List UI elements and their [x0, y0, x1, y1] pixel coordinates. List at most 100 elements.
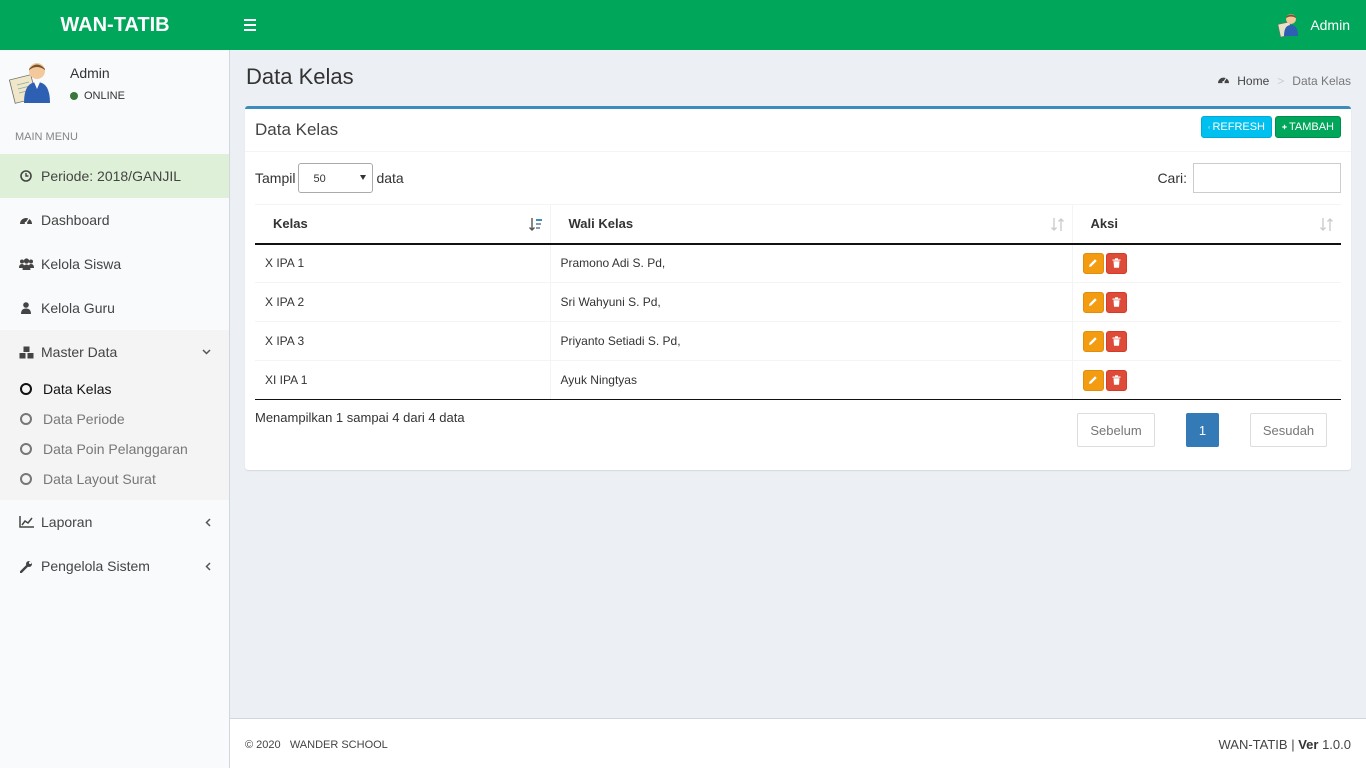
sidebar-subitem-data-periode[interactable]: Data Periode — [0, 404, 229, 434]
delete-button[interactable] — [1105, 369, 1127, 391]
periode-item[interactable]: Periode: 2018/GANJIL — [0, 154, 229, 198]
breadcrumb: Home > Data Kelas — [1217, 74, 1351, 88]
pencil-icon — [1089, 259, 1097, 268]
sidebar-item-kelola-guru[interactable]: Kelola Guru — [0, 286, 229, 330]
delete-button[interactable] — [1105, 291, 1127, 313]
cell-aksi — [1071, 243, 1342, 283]
tambah-button[interactable]: TAMBAH — [1275, 116, 1341, 138]
chevron-down-icon[interactable] — [202, 330, 211, 374]
circle-icon — [20, 383, 32, 395]
row-actions — [1082, 252, 1342, 274]
line-chart-icon — [18, 516, 34, 528]
row-actions — [1082, 369, 1342, 391]
chevron-left-icon[interactable] — [205, 500, 211, 544]
sidebar-user-name: Admin — [70, 65, 110, 81]
page-1-button[interactable]: 1 — [1186, 413, 1219, 447]
prev-page-button[interactable]: Sebelum — [1077, 413, 1155, 447]
sidebar-item-dashboard[interactable]: Dashboard — [0, 198, 229, 242]
footer: © 2020 WANDER SCHOOL WAN-TATIB | Ver 1.0… — [230, 718, 1366, 768]
delete-button[interactable] — [1105, 252, 1127, 274]
cell-kelas: X IPA 1 — [255, 243, 550, 283]
cell-wali-kelas: Ayuk Ningtyas — [549, 360, 1072, 400]
pencil-icon — [1089, 376, 1097, 384]
cell-wali-kelas: Priyanto Setiadi S. Pd, — [549, 321, 1072, 361]
row-actions — [1082, 291, 1342, 313]
refresh-button[interactable]: REFRESH — [1201, 116, 1272, 138]
cell-kelas: X IPA 3 — [255, 321, 550, 361]
cell-aksi — [1071, 360, 1342, 400]
edit-button[interactable] — [1082, 330, 1104, 352]
circle-icon — [20, 443, 32, 455]
breadcrumb-separator: > — [1277, 74, 1285, 88]
box-title: Data Kelas — [255, 120, 339, 139]
page-length-select[interactable]: 50 — [298, 163, 374, 193]
sidebar-subitem-data-kelas[interactable]: Data Kelas — [0, 374, 229, 404]
circle-icon — [20, 413, 32, 425]
chevron-left-icon[interactable] — [205, 544, 211, 588]
user-avatar-icon — [1277, 14, 1299, 37]
user-menu[interactable]: Admin — [1276, 12, 1350, 37]
sidebar-item-pengelola-sistem[interactable]: Pengelola Sistem — [0, 544, 229, 588]
top-navbar: WAN-TATIB Admin — [0, 0, 1366, 50]
refresh-icon — [1208, 125, 1211, 128]
next-page-button[interactable]: Sesudah — [1250, 413, 1327, 447]
sidebar-subitem-data-layout-surat[interactable]: Data Layout Surat — [0, 464, 229, 494]
page-title: Data Kelas — [246, 64, 354, 89]
online-status: ONLINE — [70, 90, 125, 102]
cell-wali-kelas: Sri Wahyuni S. Pd, — [549, 282, 1072, 322]
breadcrumb-current: Data Kelas — [1292, 74, 1351, 88]
sidebar-item-laporan[interactable]: Laporan — [0, 500, 229, 544]
master-data-submenu: Data Kelas Data Periode Data Poin Pelang… — [0, 374, 229, 500]
user-icon — [18, 302, 34, 314]
table-header-row: Kelas Wali Kelas Aksi — [255, 204, 1341, 245]
edit-button[interactable] — [1082, 369, 1104, 391]
caret-down-icon — [360, 175, 367, 180]
footer-school: WANDER SCHOOL — [289, 739, 388, 751]
app-logo[interactable]: WAN-TATIB — [0, 0, 230, 50]
trash-icon — [1112, 297, 1120, 307]
sort-icon[interactable] — [1050, 218, 1065, 234]
sidebar: Admin ONLINE MAIN MENU Periode: 2018/GAN… — [0, 50, 230, 768]
sidebar-item-kelola-siswa[interactable]: Kelola Siswa — [0, 242, 229, 286]
column-header-wali-kelas[interactable]: Wali Kelas — [549, 204, 1072, 245]
breadcrumb-home[interactable]: Home — [1237, 74, 1269, 88]
pagination: Sebelum 1 Sesudah — [1077, 413, 1327, 447]
cell-aksi — [1071, 282, 1342, 322]
search-input[interactable] — [1193, 163, 1341, 193]
search-control: Cari: — [1157, 163, 1341, 193]
column-header-aksi[interactable]: Aksi — [1071, 204, 1341, 245]
user-avatar-icon — [9, 63, 50, 104]
wrench-icon — [18, 560, 34, 573]
trash-icon — [1112, 375, 1120, 385]
cell-wali-kelas: Pramono Adi S. Pd, — [549, 243, 1072, 283]
sidebar-item-master-data[interactable]: Master Data — [0, 330, 229, 374]
trash-icon — [1112, 336, 1120, 346]
table-row: X IPA 1 Pramono Adi S. Pd, — [255, 243, 1342, 283]
sort-icon[interactable] — [1320, 218, 1334, 234]
page-length-control: Tampil 50 data — [255, 163, 404, 193]
table-row: XI IPA 1 Ayuk Ningtyas — [255, 360, 1342, 400]
table-row: X IPA 3 Priyanto Setiadi S. Pd, — [255, 321, 1341, 361]
cubes-icon — [18, 346, 34, 359]
trash-icon — [1112, 258, 1120, 268]
footer-copyright: © 2020 WANDER SCHOOL — [245, 739, 388, 751]
plus-icon — [1282, 124, 1287, 130]
column-header-kelas[interactable]: Kelas — [255, 204, 550, 245]
user-panel: Admin ONLINE — [0, 50, 229, 120]
cell-kelas: XI IPA 1 — [255, 360, 550, 400]
clock-icon — [18, 170, 34, 182]
pencil-icon — [1089, 337, 1097, 345]
menu-header: MAIN MENU — [0, 120, 229, 154]
dashboard-icon — [18, 214, 34, 226]
bars-icon[interactable] — [244, 17, 258, 33]
sort-asc-icon[interactable] — [528, 218, 543, 234]
table-row: X IPA 2 Sri Wahyuni S. Pd, — [255, 282, 1342, 322]
edit-button[interactable] — [1082, 291, 1104, 313]
sidebar-subitem-data-poin-pelanggaran[interactable]: Data Poin Pelanggaran — [0, 434, 229, 464]
dashboard-icon — [1217, 74, 1230, 88]
edit-button[interactable] — [1082, 252, 1104, 274]
delete-button[interactable] — [1105, 330, 1127, 352]
cell-kelas: X IPA 2 — [255, 282, 550, 322]
users-icon — [18, 258, 34, 270]
footer-version: WAN-TATIB | Ver 1.0.0 — [1218, 737, 1352, 752]
